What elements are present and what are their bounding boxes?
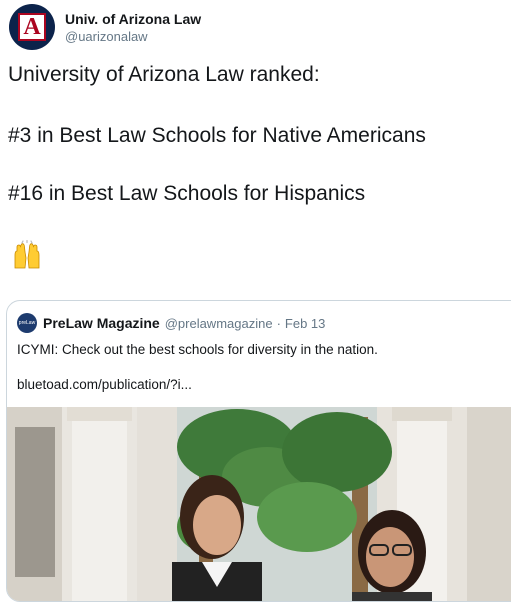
- quoted-header: preLaw PreLaw Magazine @prelawmagazine ·…: [17, 313, 325, 333]
- quoted-photo[interactable]: [7, 407, 511, 602]
- quoted-link[interactable]: bluetoad.com/publication/?i...: [17, 377, 192, 392]
- author-handle[interactable]: @uarizonalaw: [65, 29, 201, 44]
- author-avatar[interactable]: A: [9, 4, 55, 50]
- quoted-date[interactable]: Feb 13: [285, 316, 325, 331]
- quoted-avatar[interactable]: preLaw: [17, 313, 37, 333]
- author-display-name[interactable]: Univ. of Arizona Law: [65, 11, 201, 27]
- quoted-text: ICYMI: Check out the best schools for di…: [17, 342, 378, 357]
- quoted-display-name[interactable]: PreLaw Magazine: [43, 315, 160, 331]
- tweet-author[interactable]: A Univ. of Arizona Law @uarizonalaw: [9, 3, 201, 51]
- quoted-tweet[interactable]: preLaw PreLaw Magazine @prelawmagazine ·…: [6, 300, 511, 602]
- author-names: Univ. of Arizona Law @uarizonalaw: [65, 11, 201, 44]
- raising-hands-icon: [14, 240, 40, 269]
- university-logo: A: [18, 13, 46, 41]
- quoted-handle[interactable]: @prelawmagazine: [165, 316, 273, 331]
- tweet-line: #16 in Best Law Schools for Hispanics: [8, 182, 366, 205]
- tweet-line: University of Arizona Law ranked:: [8, 63, 320, 86]
- tweet-line: #3 in Best Law Schools for Native Americ…: [8, 124, 426, 147]
- separator-dot: ·: [276, 315, 281, 331]
